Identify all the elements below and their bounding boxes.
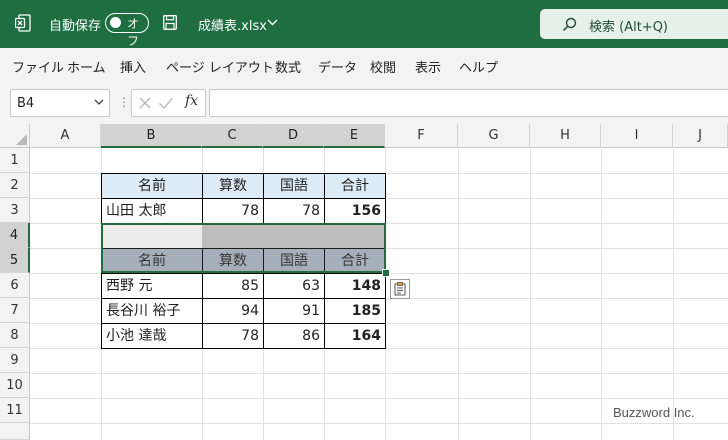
search-box[interactable]: 検索 (Alt+Q) — [540, 9, 728, 39]
check-icon[interactable] — [158, 96, 174, 110]
cell-b2[interactable]: 名前 — [101, 173, 203, 199]
cell-c7[interactable]: 94 — [202, 298, 264, 324]
cell-b8[interactable]: 小池 達哉 — [101, 323, 203, 349]
cell-d8[interactable]: 86 — [263, 323, 325, 349]
spreadsheet-grid[interactable]: A B C D E F G H I J 1 2 3 4 5 6 7 8 9 10… — [0, 124, 728, 440]
column-header-g[interactable]: G — [458, 124, 530, 148]
select-all-button[interactable] — [0, 124, 30, 148]
row-header-4[interactable]: 4 — [0, 223, 30, 248]
cell-e3[interactable]: 156 — [324, 198, 386, 224]
formula-input[interactable] — [209, 89, 728, 117]
column-header-f[interactable]: F — [385, 124, 458, 148]
selection-range — [101, 223, 386, 273]
row-header-3[interactable]: 3 — [0, 198, 30, 223]
tab-view[interactable]: 表示 — [415, 57, 441, 76]
cell-d2[interactable]: 国語 — [263, 173, 325, 199]
cell-e2[interactable]: 合計 — [324, 173, 386, 199]
formula-bar: B4 ⋮ fx — [0, 82, 728, 124]
autosave-label: 自動保存 — [49, 19, 102, 34]
tab-insert[interactable]: 挿入 — [120, 57, 146, 76]
tab-page-layout[interactable]: ページ レイアウト — [166, 57, 274, 76]
gridline — [30, 423, 728, 424]
toggle-knob — [110, 17, 121, 28]
cell-d6[interactable]: 63 — [263, 273, 325, 299]
watermark: Buzzword Inc. — [613, 405, 695, 420]
gridline — [601, 148, 602, 440]
tab-file[interactable]: ファイル — [12, 57, 64, 76]
row-header-10[interactable]: 10 — [0, 373, 30, 398]
row-header-12[interactable] — [0, 423, 30, 440]
search-icon — [562, 17, 577, 32]
chevron-down-icon[interactable] — [94, 99, 104, 106]
row-header-11[interactable]: 11 — [0, 398, 30, 423]
gridline — [530, 148, 531, 440]
row-header-1[interactable]: 1 — [0, 148, 30, 173]
column-header-a[interactable]: A — [30, 124, 101, 148]
cancel-icon[interactable] — [138, 96, 152, 110]
row-header-9[interactable]: 9 — [0, 348, 30, 373]
paste-options-button[interactable] — [390, 279, 410, 299]
formula-buttons: fx — [131, 89, 206, 117]
clipboard-icon — [394, 282, 406, 296]
row-header-5[interactable]: 5 — [0, 248, 30, 273]
column-header-e[interactable]: E — [324, 124, 385, 148]
search-label: 検索 (Alt+Q) — [589, 20, 669, 35]
file-name[interactable]: 成績表.xlsx — [198, 15, 267, 34]
gridline — [30, 373, 728, 374]
row-header-2[interactable]: 2 — [0, 173, 30, 198]
cell-c8[interactable]: 78 — [202, 323, 264, 349]
ribbon-tabs: ファイル ホーム 挿入 ページ レイアウト 数式 データ 校閲 表示 ヘルプ — [0, 48, 728, 83]
column-header-h[interactable]: H — [530, 124, 601, 148]
cell-d3[interactable]: 78 — [263, 198, 325, 224]
row-header-6[interactable]: 6 — [0, 273, 30, 298]
save-icon[interactable] — [163, 15, 177, 30]
name-box[interactable]: B4 — [10, 89, 110, 117]
cell-b6[interactable]: 西野 元 — [101, 273, 203, 299]
select-all-triangle — [16, 134, 27, 145]
cell-e7[interactable]: 185 — [324, 298, 386, 324]
cell-c3[interactable]: 78 — [202, 198, 264, 224]
cell-b7[interactable]: 長谷川 裕子 — [101, 298, 203, 324]
row-header-8[interactable]: 8 — [0, 323, 30, 348]
column-header-d[interactable]: D — [263, 124, 324, 148]
tab-data[interactable]: データ — [318, 57, 357, 76]
cell-e6[interactable]: 148 — [324, 273, 386, 299]
chevron-down-icon[interactable] — [267, 19, 278, 26]
name-box-value: B4 — [17, 96, 35, 111]
tab-help[interactable]: ヘルプ — [459, 57, 498, 76]
column-header-c[interactable]: C — [202, 124, 263, 148]
gridline — [30, 398, 728, 399]
column-header-j[interactable]: J — [673, 124, 728, 148]
gridline — [458, 148, 459, 440]
row-header-7[interactable]: 7 — [0, 298, 30, 323]
cell-b3[interactable]: 山田 太郎 — [101, 198, 203, 224]
gridline — [673, 148, 674, 440]
cell-c6[interactable]: 85 — [202, 273, 264, 299]
tab-formulas[interactable]: 数式 — [275, 57, 301, 76]
fill-handle[interactable] — [382, 269, 390, 277]
tab-review[interactable]: 校閲 — [370, 57, 396, 76]
tab-home[interactable]: ホーム — [67, 57, 106, 76]
insert-function-icon[interactable]: fx — [185, 93, 198, 109]
cell-e8[interactable]: 164 — [324, 323, 386, 349]
autosave-toggle[interactable]: オフ — [105, 13, 149, 48]
autosave-state: オフ — [127, 17, 140, 48]
column-header-b[interactable]: B — [101, 124, 202, 148]
column-header-i[interactable]: I — [601, 124, 673, 148]
cell-d7[interactable]: 91 — [263, 298, 325, 324]
excel-icon — [15, 14, 31, 32]
cell-c2[interactable]: 算数 — [202, 173, 264, 199]
title-bar: 自動保存 オフ 成績表.xlsx 検索 (Alt+Q) — [0, 0, 728, 48]
formula-bar-grip[interactable]: ⋮ — [118, 95, 130, 109]
